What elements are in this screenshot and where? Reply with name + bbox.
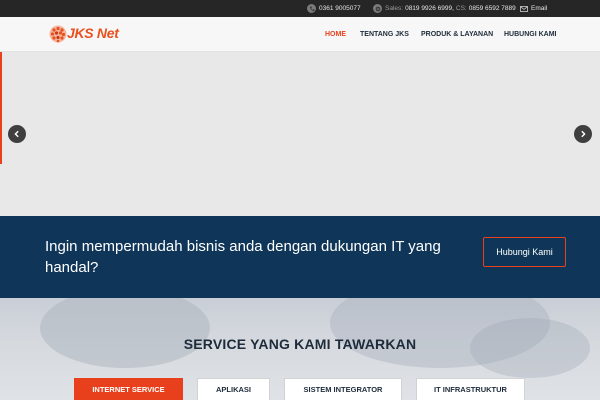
nav-produk-layanan[interactable]: PRODUK & LAYANAN	[421, 17, 493, 52]
cs-label: CS:	[455, 5, 467, 12]
tab-aplikasi[interactable]: APLIKASI	[197, 378, 270, 400]
cta-message: Ingin mempermudah bisnis anda dengan duk…	[45, 238, 441, 276]
phone-number: 0361 9005077	[319, 5, 361, 12]
nav-home[interactable]: HOME	[325, 17, 346, 52]
chevron-left-icon	[14, 130, 19, 138]
tab-internet-service[interactable]: INTERNET SERVICE	[74, 378, 183, 400]
slider-next-button[interactable]	[574, 125, 592, 143]
sales-label: Sales:	[385, 5, 404, 12]
globe-logo-icon	[49, 25, 67, 43]
top-info-bar: 0361 9005077 Sales: 0819 9926 6999, CS: …	[0, 0, 600, 17]
slider-prev-button[interactable]	[8, 125, 26, 143]
background-blur	[40, 298, 210, 368]
services-title: SERVICE YANG KAMI TAWARKAN	[183, 336, 417, 352]
services-section: SERVICE YANG KAMI TAWARKAN INTERNET SERV…	[0, 298, 600, 400]
sales-contact[interactable]: Sales: 0819 9926 6999, CS: 0859 6592 788…	[373, 0, 516, 17]
hero-slider	[0, 52, 600, 216]
cs-phone: 0859 6592 7889	[468, 5, 516, 12]
email-link: Email	[531, 5, 548, 12]
hubungi-kami-button[interactable]: Hubungi Kami	[483, 237, 566, 267]
logo-text: JKS Net	[67, 25, 119, 41]
tab-it-infrastruktur[interactable]: IT INFRASTRUKTUR	[416, 378, 525, 400]
sales-icon	[373, 4, 382, 13]
phone-contact[interactable]: 0361 9005077	[307, 0, 361, 17]
tab-sistem-integrator[interactable]: SISTEM INTEGRATOR	[284, 378, 402, 400]
site-header: JKS Net HOME TENTANG JKS PRODUK & LAYANA…	[0, 17, 600, 52]
slide-indicator	[0, 52, 2, 164]
logo[interactable]: JKS Net	[48, 22, 128, 46]
mail-icon	[520, 5, 528, 12]
phone-icon	[307, 4, 316, 13]
nav-hubungi-kami[interactable]: HUBUNGI KAMI	[504, 17, 557, 52]
nav-tentang-jks[interactable]: TENTANG JKS	[360, 17, 409, 52]
email-contact[interactable]: Email	[520, 0, 547, 17]
chevron-right-icon	[581, 130, 586, 138]
sales-phone: 0819 9926 6999,	[405, 5, 454, 12]
